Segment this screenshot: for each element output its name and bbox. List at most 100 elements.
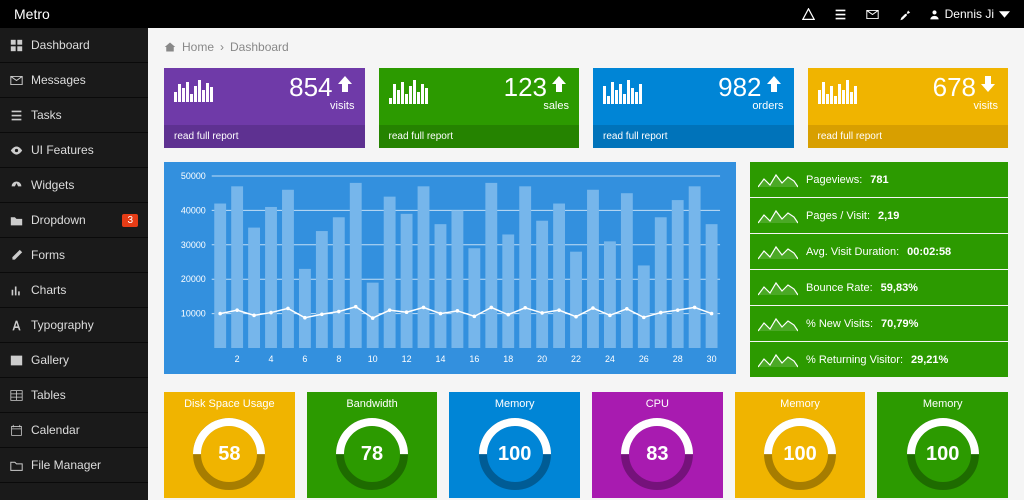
- donut-title: Bandwidth: [346, 392, 397, 416]
- stat-value: 781: [870, 174, 888, 186]
- stat-row: % New Visits: 70,79%: [750, 306, 1008, 341]
- breadcrumb: Home › Dashboard: [164, 40, 1008, 54]
- svg-text:24: 24: [605, 354, 615, 364]
- sidebar-item-label: Typography: [31, 318, 94, 332]
- sidebar-item-calendar[interactable]: Calendar: [0, 413, 148, 448]
- list-icon[interactable]: [825, 0, 857, 28]
- dashboard-icon: [10, 39, 23, 52]
- image-icon: [10, 354, 23, 367]
- spark-bars: [603, 80, 642, 104]
- sparkline-icon: [758, 277, 798, 299]
- kpi-report-link[interactable]: read full report: [808, 125, 1009, 148]
- sidebar-item-label: Messages: [31, 73, 86, 87]
- svg-text:12: 12: [402, 354, 412, 364]
- sidebar-item-forms[interactable]: Forms: [0, 238, 148, 273]
- svg-text:30000: 30000: [181, 240, 206, 250]
- sparkline-icon: [758, 313, 798, 335]
- kpi-value: 854: [289, 74, 354, 100]
- sidebar: Dashboard Messages TasksUI Features Widgets…: [0, 28, 148, 500]
- sidebar-item-messages[interactable]: Messages: [0, 63, 148, 98]
- donut-title: Memory: [495, 392, 535, 416]
- kpi-report-link[interactable]: read full report: [164, 125, 365, 148]
- folder-icon: [10, 214, 23, 227]
- svg-text:20: 20: [537, 354, 547, 364]
- font-icon: [10, 319, 23, 332]
- kpi-visits[interactable]: 854visitsread full report: [164, 68, 365, 148]
- brand[interactable]: Metro: [0, 6, 64, 22]
- donut-title: CPU: [646, 392, 669, 416]
- gauge-icon: [10, 179, 23, 192]
- user-name: Dennis Ji: [945, 7, 994, 21]
- stat-row: % Returning Visitor: 29,21%: [750, 342, 1008, 377]
- sidebar-item-dashboard[interactable]: Dashboard: [0, 28, 148, 63]
- donut-ring: 58: [193, 418, 265, 490]
- home-icon: [164, 41, 176, 53]
- svg-text:50000: 50000: [181, 171, 206, 181]
- donut-ring: 78: [336, 418, 408, 490]
- stat-label: % New Visits:: [806, 318, 873, 330]
- kpi-report-link[interactable]: read full report: [379, 125, 580, 148]
- svg-text:18: 18: [503, 354, 513, 364]
- sidebar-item-tasks[interactable]: Tasks: [0, 98, 148, 133]
- sidebar-item-label: Forms: [31, 248, 65, 262]
- side-stats: Pageviews: 781Pages / Visit: 2,19Avg. Vi…: [750, 162, 1008, 378]
- pencil-icon: [10, 249, 23, 262]
- mail-icon[interactable]: [857, 0, 889, 28]
- stat-row: Pages / Visit: 2,19: [750, 198, 1008, 233]
- sidebar-item-charts[interactable]: Charts: [0, 273, 148, 308]
- stat-value: 29,21%: [911, 354, 948, 366]
- svg-text:22: 22: [571, 354, 581, 364]
- svg-text:26: 26: [639, 354, 649, 364]
- stat-row: Avg. Visit Duration: 00:02:58: [750, 234, 1008, 269]
- donut-disk-space-usage: Disk Space Usage58: [164, 392, 295, 498]
- spark-bars: [389, 80, 428, 104]
- calendar-icon: [10, 424, 23, 437]
- kpi-value: 678: [933, 74, 998, 100]
- spark-bars: [174, 80, 213, 102]
- donut-bandwidth: Bandwidth78: [307, 392, 438, 498]
- sidebar-item-typography[interactable]: Typography: [0, 308, 148, 343]
- kpi-sales[interactable]: 123salesread full report: [379, 68, 580, 148]
- breadcrumb-current: Dashboard: [230, 40, 289, 54]
- stat-row: Pageviews: 781: [750, 162, 1008, 197]
- sparkline-icon: [758, 205, 798, 227]
- user-menu[interactable]: Dennis Ji: [921, 7, 1024, 21]
- svg-text:40000: 40000: [181, 205, 206, 215]
- sparkline-icon: [758, 169, 798, 191]
- donut-ring: 83: [621, 418, 693, 490]
- sidebar-item-file-manager[interactable]: File Manager: [0, 448, 148, 483]
- donut-cpu: CPU83: [592, 392, 723, 498]
- breadcrumb-home[interactable]: Home: [182, 40, 214, 54]
- sidebar-item-label: Charts: [31, 283, 66, 297]
- kpi-orders[interactable]: 982ordersread full report: [593, 68, 794, 148]
- alert-icon[interactable]: [793, 0, 825, 28]
- donut-title: Memory: [780, 392, 820, 416]
- sidebar-item-ui-features[interactable]: UI Features: [0, 133, 148, 168]
- stat-value: 70,79%: [881, 318, 918, 330]
- foldero-icon: [10, 459, 23, 472]
- svg-text:30: 30: [707, 354, 717, 364]
- sidebar-item-dropdown[interactable]: Dropdown3: [0, 203, 148, 238]
- kpi-report-link[interactable]: read full report: [593, 125, 794, 148]
- kpi-value: 123: [504, 74, 569, 100]
- svg-text:6: 6: [302, 354, 307, 364]
- svg-text:10000: 10000: [181, 309, 206, 319]
- sparkline-icon: [758, 241, 798, 263]
- sidebar-item-tables[interactable]: Tables: [0, 378, 148, 413]
- arrow-up-icon: [549, 74, 569, 94]
- kpi-visits[interactable]: 678visitsread full report: [808, 68, 1009, 148]
- kpi-value: 982: [718, 74, 783, 100]
- sidebar-item-widgets[interactable]: Widgets: [0, 168, 148, 203]
- svg-text:14: 14: [436, 354, 446, 364]
- svg-text:8: 8: [336, 354, 341, 364]
- chart-icon: [10, 284, 23, 297]
- wrench-icon[interactable]: [889, 0, 921, 28]
- stat-label: Bounce Rate:: [806, 282, 873, 294]
- svg-text:2: 2: [235, 354, 240, 364]
- sidebar-item-label: Widgets: [31, 178, 74, 192]
- main-chart: 1000020000300004000050000246810121416182…: [164, 162, 736, 374]
- sidebar-item-gallery[interactable]: Gallery: [0, 343, 148, 378]
- svg-text:10: 10: [368, 354, 378, 364]
- arrow-down-icon: [978, 74, 998, 94]
- caret-down-icon: [999, 9, 1010, 20]
